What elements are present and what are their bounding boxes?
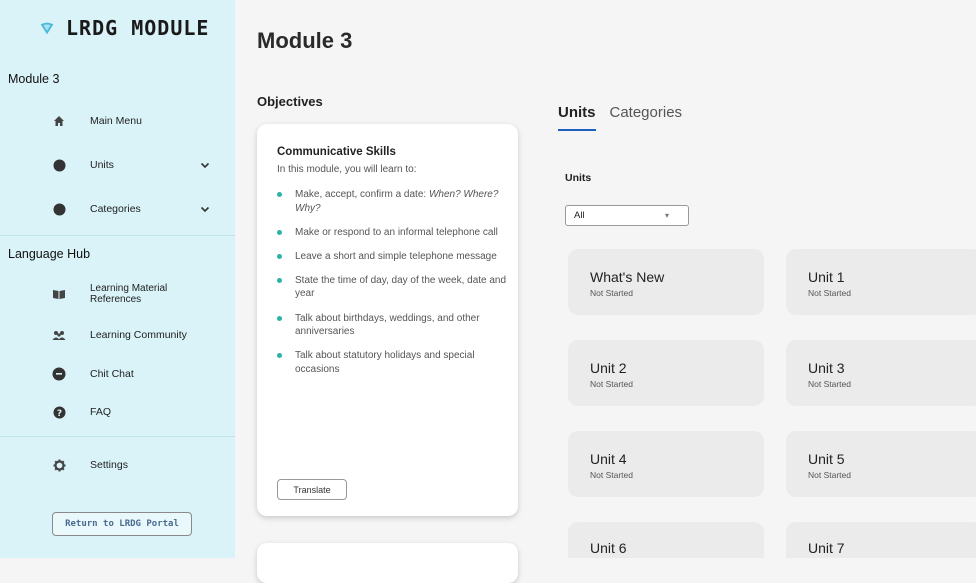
chevron-down-icon[interactable] — [200, 204, 210, 214]
unit-name: Unit 2 — [590, 360, 627, 376]
unit-name: Unit 3 — [808, 360, 845, 376]
page-title: Module 3 — [257, 28, 353, 53]
chevron-down-icon[interactable] — [200, 160, 210, 170]
unit-status: Not Started — [590, 470, 633, 480]
objectives-heading: Objectives — [257, 94, 323, 109]
circle-icon — [52, 202, 66, 216]
return-to-portal-button[interactable]: Return to LRDG Portal — [52, 512, 192, 536]
label-line-1: Learning Material — [90, 282, 168, 294]
objective-item: State the time of day, day of the week, … — [277, 274, 507, 301]
svg-text:?: ? — [56, 408, 61, 418]
unit-card-6[interactable]: Unit 6 — [568, 522, 764, 558]
sidebar-item-learning-material[interactable]: Learning Material References — [0, 278, 235, 310]
sidebar-item-label: Learning Material References — [90, 283, 167, 306]
sidebar-item-label: Chit Chat — [90, 368, 134, 380]
sidebar: LRDG MODULE Module 3 Main Menu Units Cat… — [0, 0, 235, 558]
objective-item: Make, accept, confirm a date: When? Wher… — [277, 188, 507, 215]
unit-status: Not Started — [808, 288, 851, 298]
sidebar-item-faq[interactable]: ? FAQ — [0, 397, 235, 427]
brand-title: LRDG MODULE — [66, 16, 210, 40]
objectives-card: Communicative Skills In this module, you… — [257, 124, 518, 516]
unit-name: Unit 7 — [808, 540, 845, 556]
language-hub-heading: Language Hub — [8, 247, 91, 261]
sidebar-item-label: FAQ — [90, 406, 112, 418]
sidebar-item-label: Main Menu — [90, 115, 142, 127]
unit-card-whats-new[interactable]: What's New Not Started — [568, 249, 764, 315]
sidebar-item-chit-chat[interactable]: Chit Chat — [0, 359, 235, 389]
help-icon: ? — [52, 405, 66, 419]
unit-card-5[interactable]: Unit 5 Not Started — [786, 431, 976, 497]
unit-name: Unit 6 — [590, 540, 627, 556]
tab-units[interactable]: Units — [558, 104, 596, 131]
tab-categories[interactable]: Categories — [610, 104, 683, 131]
sidebar-item-learning-community[interactable]: Learning Community — [0, 320, 235, 350]
unit-card-7[interactable]: Unit 7 — [786, 522, 976, 558]
objectives-card-title: Communicative Skills — [277, 146, 396, 158]
unit-card-1[interactable]: Unit 1 Not Started — [786, 249, 976, 315]
chat-bubble-icon — [52, 367, 66, 381]
dropdown-caret-icon: ▾ — [665, 211, 670, 220]
sidebar-divider — [0, 235, 235, 236]
objective-item: Make or respond to an informal telephone… — [277, 226, 507, 240]
unit-name: Unit 1 — [808, 269, 845, 285]
sidebar-item-label: Settings — [90, 459, 128, 471]
home-icon — [52, 114, 66, 128]
sidebar-divider — [0, 436, 235, 437]
unit-status: Not Started — [808, 379, 851, 389]
sidebar-item-settings[interactable]: Settings — [0, 450, 235, 480]
unit-card-2[interactable]: Unit 2 Not Started — [568, 340, 764, 406]
sidebar-item-label: Learning Community — [90, 329, 187, 341]
brand[interactable]: LRDG MODULE — [0, 0, 235, 56]
units-filter-value: All — [574, 210, 585, 221]
label-line-2: References — [90, 294, 142, 305]
unit-card-3[interactable]: Unit 3 Not Started — [786, 340, 976, 406]
unit-status: Not Started — [808, 470, 851, 480]
tab-bar: Units Categories — [558, 104, 682, 131]
objectives-card-second — [257, 543, 518, 583]
sidebar-item-label: Categories — [90, 203, 141, 215]
sidebar-item-main-menu[interactable]: Main Menu — [0, 106, 235, 136]
objectives-card-intro: In this module, you will learn to: — [277, 164, 417, 175]
objectives-list: Make, accept, confirm a date: When? Wher… — [277, 188, 507, 387]
units-filter-select[interactable]: All ▾ — [565, 205, 689, 226]
circle-icon — [52, 158, 66, 172]
objective-item: Leave a short and simple telephone messa… — [277, 250, 507, 264]
module-heading: Module 3 — [8, 72, 60, 86]
book-icon — [52, 287, 66, 301]
unit-card-4[interactable]: Unit 4 Not Started — [568, 431, 764, 497]
gear-icon — [52, 458, 66, 472]
sidebar-item-label: Units — [90, 159, 114, 171]
sidebar-item-categories[interactable]: Categories — [0, 194, 235, 224]
unit-status: Not Started — [590, 288, 633, 298]
unit-name: Unit 5 — [808, 451, 845, 467]
sidebar-item-units[interactable]: Units — [0, 150, 235, 180]
units-filter-label: Units — [565, 172, 592, 184]
unit-name: Unit 4 — [590, 451, 627, 467]
unit-name: What's New — [590, 269, 665, 285]
translate-button[interactable]: Translate — [277, 479, 347, 500]
people-icon — [52, 328, 66, 342]
objective-item: Talk about statutory holidays and specia… — [277, 349, 507, 376]
lrdg-logo-icon — [40, 22, 54, 35]
objective-item: Talk about birthdays, weddings, and othe… — [277, 312, 507, 339]
unit-status: Not Started — [590, 379, 633, 389]
